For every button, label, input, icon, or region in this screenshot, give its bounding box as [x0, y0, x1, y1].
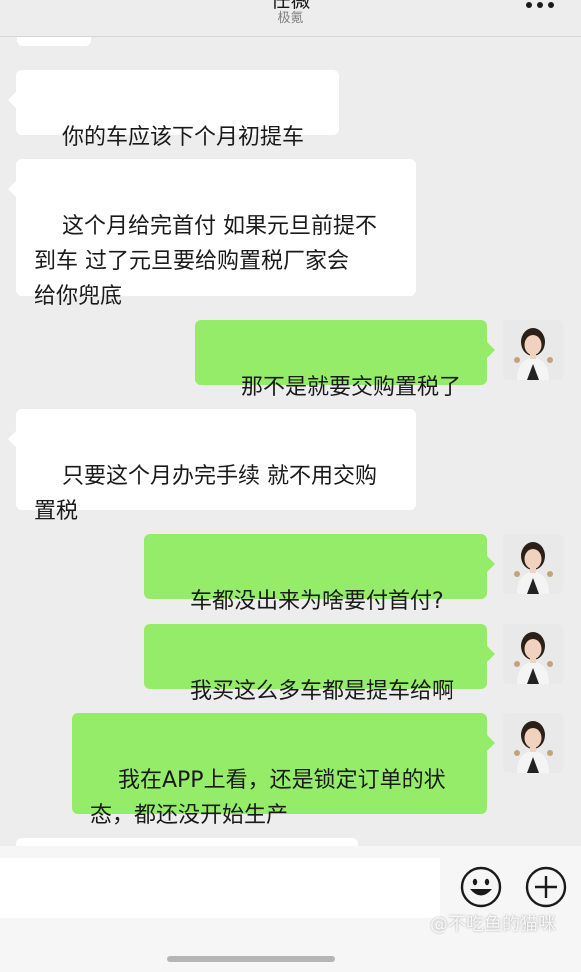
message-text: 你的车应该下个月初提车	[61, 125, 304, 150]
message-input[interactable]	[0, 858, 440, 918]
chat-area[interactable]: 你的车应该下个月初提车 这个月给完首付 如果元旦前提不 到车 过了元旦要给购置税…	[0, 0, 581, 846]
message-text: 我买这么多车都是提车给啊	[189, 679, 454, 704]
message-bubble-incoming[interactable]: 只要这个月办完手续 就不用交购 置税	[8, 409, 416, 524]
input-bar	[0, 846, 581, 972]
message-bubble-incoming[interactable]	[16, 838, 358, 846]
message-text: 车都没出来为啥要付首付?	[189, 589, 444, 614]
message-text: 这个月给完首付 如果元旦前提不 到车 过了元旦要给购置税厂家会 给你兜底	[34, 214, 377, 309]
avatar[interactable]	[503, 713, 563, 773]
emoji-icon[interactable]	[460, 866, 502, 908]
contact-subtitle: 极氪	[277, 11, 304, 26]
avatar[interactable]	[503, 320, 563, 380]
message-text: 那不是就要交购置税了	[240, 375, 461, 400]
message-bubble-incoming[interactable]: 这个月给完首付 如果元旦前提不 到车 过了元旦要给购置税厂家会 给你兜底	[8, 159, 416, 309]
avatar-image	[503, 534, 563, 594]
message-bubble-incoming[interactable]: 你的车应该下个月初提车	[8, 70, 339, 150]
message-bubble-outgoing[interactable]: 我买这么多车都是提车给啊	[144, 624, 495, 704]
message-text: 只要这个月办完手续 就不用交购 置税	[34, 464, 377, 524]
watermark: @不吃鱼的猫咪	[430, 914, 556, 935]
message-bubble-outgoing[interactable]: 我在APP上看，还是锁定订单的状 态，都还没开始生产	[72, 713, 495, 828]
message-bubble-outgoing[interactable]: 那不是就要交购置税了	[195, 320, 495, 400]
avatar-image	[503, 624, 563, 684]
message-text: 我在APP上看，还是锁定订单的状 态，都还没开始生产	[90, 768, 446, 828]
avatar[interactable]	[503, 534, 563, 594]
chat-header: 任薇 极氪	[0, 0, 581, 37]
avatar-image	[503, 320, 563, 380]
home-indicator	[167, 956, 335, 962]
avatar[interactable]	[503, 624, 563, 684]
avatar-image	[503, 713, 563, 773]
plus-icon[interactable]	[525, 866, 567, 908]
more-icon[interactable]	[525, 1, 555, 9]
message-bubble-outgoing[interactable]: 车都没出来为啥要付首付?	[144, 534, 495, 614]
